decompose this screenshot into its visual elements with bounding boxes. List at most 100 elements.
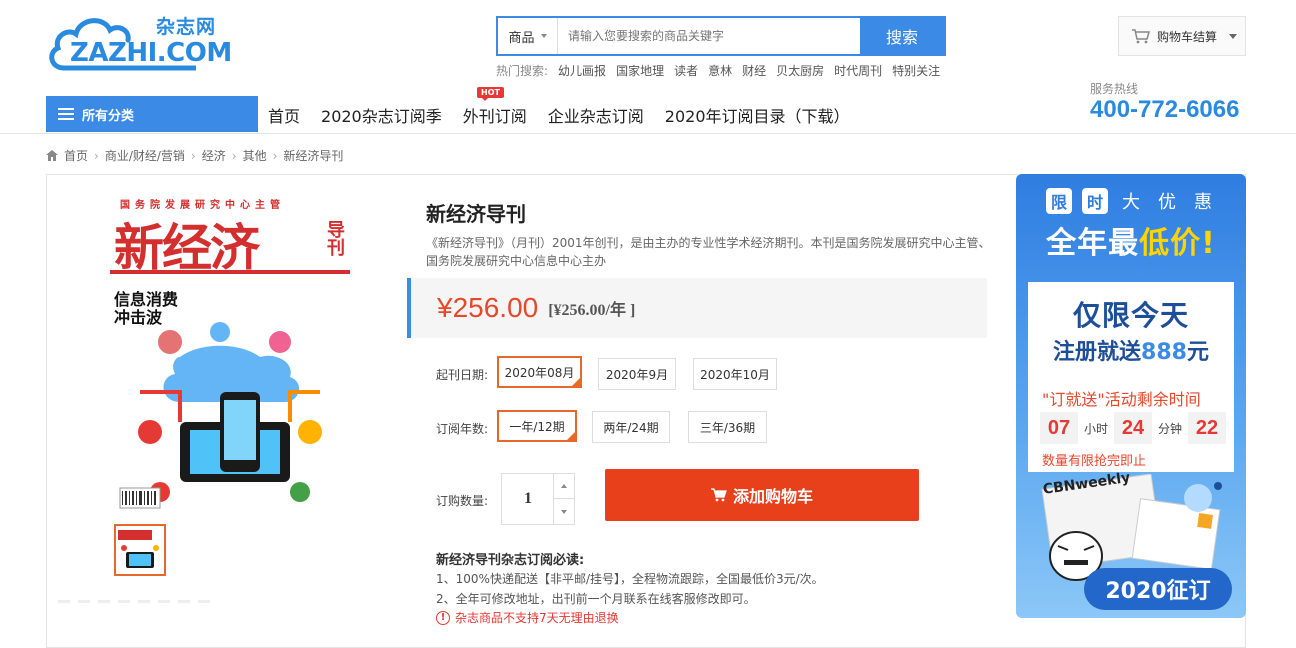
search-category-label: 商品 xyxy=(508,30,535,46)
countdown-seconds: 22 xyxy=(1188,412,1227,444)
breadcrumb-separator: › xyxy=(272,148,278,163)
logo-en: ZAZHI.COM xyxy=(70,38,232,68)
search-button[interactable]: 搜索 xyxy=(860,18,944,54)
start-option-selected[interactable]: 2020年08月 xyxy=(497,356,582,388)
promo-2020-badge: 2020征订 xyxy=(1084,568,1232,610)
promo-card: 仅限今天 注册就送888元 "订就送"活动剩余时间 07 小时 24 分钟 22… xyxy=(1028,282,1234,472)
hot-search-label: 热门搜索: xyxy=(496,64,549,78)
quantity-decrease-button[interactable] xyxy=(553,499,574,524)
breadcrumb-item[interactable]: 首页 xyxy=(64,147,88,164)
promo-countdown-label: "订就送"活动剩余时间 xyxy=(1042,390,1201,409)
add-to-cart-button[interactable]: 添加购物车 xyxy=(605,469,919,521)
quantity-input[interactable]: 1 xyxy=(502,474,554,524)
product-description: 《新经济导刊》（月刊）2001年创刊，是由主办的专业性学术经济期刊。本刊是国务院… xyxy=(426,236,991,268)
promo-char: 时 xyxy=(1082,188,1108,214)
logo-cn: 杂志网 xyxy=(156,16,217,38)
quantity-increase-button[interactable] xyxy=(553,474,574,499)
countdown-unit: 小时 xyxy=(1084,421,1109,436)
chevron-down-icon xyxy=(561,509,567,514)
promo-banner[interactable]: 限 时 大 优 惠 全年最低价! 仅限今天 注册就送888元 "订就送"活动剩余… xyxy=(1016,174,1246,618)
promo-text-highlight: 低价! xyxy=(1139,226,1216,261)
quantity-stepper: 1 xyxy=(501,473,575,525)
countdown-unit: 分钟 xyxy=(1158,421,1183,436)
year-option[interactable]: 三年/36期 xyxy=(688,411,767,443)
main-nav: 首页 2020杂志订阅季 HOT 外刊订阅 企业杂志订阅 2020年订阅目录（下… xyxy=(268,87,850,127)
countdown-minutes: 24 xyxy=(1114,412,1153,444)
warning-text: 杂志商品不支持7天无理由退换 xyxy=(455,611,619,625)
promo-text: 全年最 xyxy=(1046,226,1140,261)
price-box: ¥256.00 [¥256.00/年 ] xyxy=(407,278,987,338)
breadcrumb-separator: › xyxy=(231,148,237,163)
hot-word[interactable]: 幼儿画报 xyxy=(558,62,606,79)
breadcrumb-item[interactable]: 其他 xyxy=(243,147,267,164)
year-option-selected[interactable]: 一年/12期 xyxy=(497,410,577,442)
site-logo[interactable]: 杂志网 ZAZHI.COM xyxy=(46,10,246,72)
cart-icon xyxy=(710,488,727,502)
menu-icon xyxy=(58,108,74,120)
promo-char: 惠 xyxy=(1194,192,1212,213)
info-icon: ! xyxy=(436,610,450,625)
all-categories-button[interactable]: 所有分类 xyxy=(46,96,258,132)
nav-item-enterprise[interactable]: 企业杂志订阅 xyxy=(548,103,644,127)
hotline-label: 服务热线 xyxy=(1090,82,1139,96)
hot-word[interactable]: 财经 xyxy=(742,62,766,79)
promo-lowest-price: 全年最低价! xyxy=(1016,218,1246,262)
breadcrumb-current: 新经济导刊 xyxy=(283,149,344,163)
nav-item-foreign[interactable]: 外刊订阅 xyxy=(463,103,527,127)
nav-item-home[interactable]: 首页 xyxy=(268,103,300,127)
breadcrumb-item[interactable]: 商业/财经/营销 xyxy=(105,147,185,164)
years-label: 订阅年数: xyxy=(436,422,489,436)
cover-headline-2: 冲击波 xyxy=(114,308,163,327)
promo-text: 元 xyxy=(1186,340,1209,365)
chevron-up-icon xyxy=(561,484,567,488)
promo-today-only: 仅限今天 xyxy=(1072,299,1189,332)
cart-icon xyxy=(1132,29,1150,44)
add-to-cart-label: 添加购物车 xyxy=(732,487,813,506)
all-categories-label: 所有分类 xyxy=(82,108,135,124)
search-category-select[interactable]: 商品 xyxy=(498,18,558,54)
home-icon xyxy=(46,150,58,161)
promo-headline: 限 时 大 优 惠 xyxy=(1016,188,1246,214)
cover-thumbnail[interactable] xyxy=(114,524,166,576)
start-date-label: 起刊日期: xyxy=(436,368,489,382)
hot-word[interactable]: 读者 xyxy=(674,62,698,79)
promo-char: 大 xyxy=(1122,192,1140,213)
nav-item-2020-season[interactable]: 2020杂志订阅季 HOT xyxy=(321,87,504,127)
nav-item-catalog[interactable]: 2020年订阅目录（下载） xyxy=(665,103,850,127)
hot-word[interactable]: 时代周刊 xyxy=(834,62,882,79)
product-title: 新经济导刊 xyxy=(426,202,526,226)
promo-char: 限 xyxy=(1046,188,1072,214)
chevron-down-icon xyxy=(540,34,547,38)
price: ¥256.00 xyxy=(437,292,539,323)
countdown-timer: 07 小时 24 分钟 22 xyxy=(1040,412,1227,444)
year-option[interactable]: 两年/24期 xyxy=(592,411,670,443)
breadcrumb-item[interactable]: 经济 xyxy=(202,147,226,164)
promo-char: 优 xyxy=(1158,192,1176,213)
hot-word[interactable]: 贝太厨房 xyxy=(776,62,824,79)
unit-price: [¥256.00/年 ] xyxy=(548,302,636,319)
hot-badge: HOT xyxy=(477,87,504,101)
chevron-down-icon xyxy=(1229,33,1238,39)
promo-limited-note: 数量有限抢完即止 xyxy=(1042,454,1147,469)
hotline-number: 400-772-6066 xyxy=(1090,96,1240,123)
search-bar: 商品 搜索 xyxy=(496,16,946,56)
breadcrumb-separator: › xyxy=(190,148,196,163)
cart-button[interactable]: 购物车结算 xyxy=(1118,16,1246,56)
start-option[interactable]: 2020年10月 xyxy=(693,358,777,390)
return-policy-warning: ! 杂志商品不支持7天无理由退换 xyxy=(436,609,619,626)
cover-title-text: 新经济 xyxy=(114,218,260,277)
divider xyxy=(0,133,1296,134)
quantity-label: 订购数量: xyxy=(436,494,489,508)
gallery-placeholder xyxy=(58,600,210,603)
search-input[interactable] xyxy=(558,18,860,54)
hot-word[interactable]: 特别关注 xyxy=(892,62,940,79)
hot-word[interactable]: 意林 xyxy=(708,62,732,79)
hot-word[interactable]: 国家地理 xyxy=(616,62,664,79)
product-cover-image[interactable]: 国务院发展研究中心主管 新经济 导刊 信息消费 冲击波 xyxy=(110,192,350,522)
promo-register-gift: 注册就送888元 xyxy=(1028,334,1234,366)
notice-line: 2、全年可修改地址，出刊前一个月联系在线客服修改即可。 xyxy=(436,592,756,606)
start-option[interactable]: 2020年9月 xyxy=(598,358,676,390)
notice-line: 1、100%快递配送【非平邮/挂号】，全程物流跟踪，全国最低价3元/次。 xyxy=(436,572,824,586)
cart-label: 购物车结算 xyxy=(1157,29,1218,44)
cover-side-text: 导刊 xyxy=(324,220,345,256)
